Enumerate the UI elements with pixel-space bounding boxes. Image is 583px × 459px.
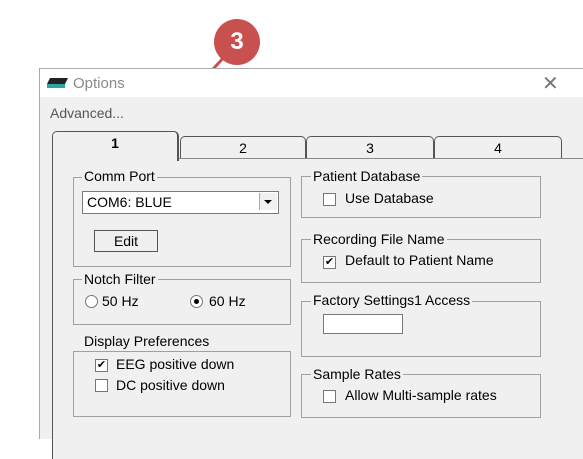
display-preferences-label: Display Preferences — [82, 333, 212, 349]
dc-positive-down-checkbox[interactable] — [95, 379, 108, 392]
radio-50hz-label: 50 Hz — [102, 293, 139, 309]
tab-4[interactable]: 4 — [434, 136, 562, 159]
window-title: Options — [73, 75, 125, 92]
dc-positive-down-label: DC positive down — [116, 377, 225, 393]
use-database-label: Use Database — [345, 190, 434, 206]
comm-port-label: Comm Port — [82, 168, 157, 184]
radio-50hz[interactable] — [85, 295, 98, 308]
title-bar: Options ✕ — [40, 69, 583, 97]
factory-settings-label: Factory Settings1 Access — [311, 292, 473, 308]
notch-filter-label: Notch Filter — [82, 271, 158, 287]
close-icon[interactable]: ✕ — [542, 71, 559, 96]
eeg-positive-down-checkbox[interactable]: ✔ — [95, 359, 108, 372]
dropdown-button[interactable] — [259, 193, 277, 210]
options-window: Options ✕ Advanced... 1 2 3 4 Comm Port … — [39, 68, 583, 459]
radio-selected-dot — [194, 299, 199, 304]
app-icon — [47, 78, 68, 88]
factory-settings-input[interactable] — [323, 314, 403, 334]
eeg-positive-down-label: EEG positive down — [116, 356, 235, 372]
comm-port-value: COM6: BLUE — [87, 194, 172, 210]
callout-badge: 3 — [214, 19, 260, 65]
comm-port-select[interactable]: COM6: BLUE — [82, 191, 279, 214]
allow-multi-sample-rates-checkbox[interactable] — [323, 390, 336, 403]
edit-button[interactable]: Edit — [94, 230, 158, 252]
tab-3[interactable]: 3 — [306, 136, 434, 159]
tab-2[interactable]: 2 — [180, 136, 306, 159]
default-to-patient-name-label: Default to Patient Name — [345, 252, 494, 268]
default-to-patient-name-checkbox[interactable]: ✔ — [323, 256, 336, 269]
recording-file-name-label: Recording File Name — [311, 231, 447, 247]
menu-advanced[interactable]: Advanced... — [50, 105, 124, 121]
tab-1[interactable]: 1 — [52, 131, 179, 161]
radio-60hz-label: 60 Hz — [209, 293, 246, 309]
patient-database-label: Patient Database — [311, 168, 423, 184]
use-database-checkbox[interactable] — [323, 193, 336, 206]
sample-rates-label: Sample Rates — [311, 366, 403, 382]
radio-60hz[interactable] — [190, 295, 203, 308]
allow-multi-sample-rates-label: Allow Multi-sample rates — [345, 387, 497, 403]
chevron-down-icon — [264, 200, 272, 204]
